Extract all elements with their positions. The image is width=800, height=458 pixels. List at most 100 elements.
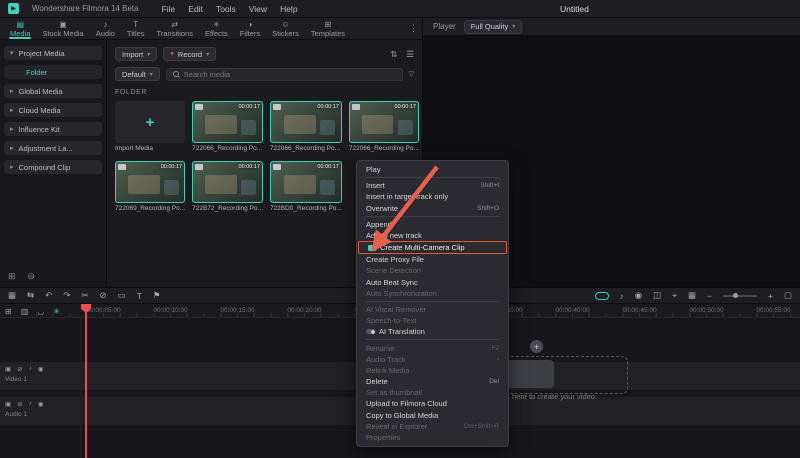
media-item[interactable]: 00:00:17 722069_Recording Po... [115,161,185,212]
import-media-tile[interactable]: + Import Media [115,101,185,152]
filter-funnel-icon[interactable]: ▽ [409,70,414,78]
menu-view[interactable]: View [249,4,267,14]
media-item[interactable]: 00:00:17 722066_Recording Po... [192,101,263,152]
add-media-plus-icon[interactable]: + [530,340,543,353]
audio-mixer-icon[interactable]: ♪ [620,291,624,301]
ctx-item-delete[interactable]: DeleteDel [357,376,508,387]
media-toggle-icon[interactable]: ▦ [8,290,16,301]
toggle-track-icon[interactable]: ◉ [38,365,44,373]
media-thumbnail[interactable]: 00:00:17 [115,161,185,203]
sidebar-item-project-media[interactable]: ▾Project Media [4,46,102,60]
sidebar-item-influence-kit[interactable]: ▸Influence Kit [4,122,102,136]
search-input[interactable] [184,70,396,79]
new-folder-icon[interactable]: ⊞ [8,271,16,282]
media-thumbnail[interactable]: 00:00:17 [270,101,342,143]
snapping-icon[interactable]: ◡ [37,307,44,316]
menu-file[interactable]: File [162,4,176,14]
import-button[interactable]: Import▾ [115,47,157,61]
ctx-item-create-proxy-file[interactable]: Create Proxy File [357,254,508,265]
track-options-icon[interactable]: ▣ [5,400,11,408]
zoom-slider[interactable] [723,295,757,297]
media-item[interactable]: 00:00:17 722066_Recording Po... [270,101,342,152]
tab-media[interactable]: ▤Media [4,18,36,39]
split-icon[interactable]: ✂ [81,290,88,301]
voiceover-icon[interactable]: ◉ [635,290,642,301]
track-height-icon[interactable]: ▥ [21,307,29,316]
preview-render-toggle[interactable] [595,292,609,300]
zoom-out-icon[interactable]: − [707,291,712,301]
sidebar-item-compound-clip[interactable]: ▸Compound Clip [4,160,102,174]
media-view-tools: ⇅ ☰ [390,49,414,60]
sidebar-item-folder[interactable]: Folder [4,65,102,79]
tab-titles[interactable]: TTitles [121,18,151,39]
quality-dropdown[interactable]: Full Quality▾ [464,20,523,34]
chroma-key-icon[interactable]: ⌖ [672,290,677,301]
lock-track-icon[interactable]: ⊘ [17,365,22,373]
sidebar-item-adjustment-layer[interactable]: ▸Adjustment La... [4,141,102,155]
media-item[interactable]: 00:00:17 722066_Recording Po... [349,101,419,152]
manage-tracks-icon[interactable]: ⊞ [5,307,12,316]
redo-icon[interactable]: ↷ [63,290,70,301]
ctx-item-play[interactable]: Play [357,164,508,175]
menu-tools[interactable]: Tools [216,4,236,14]
undo-icon[interactable]: ↶ [45,290,52,301]
ctx-item-add-to-new-track[interactable]: Add to new track [357,230,508,241]
mute-track-icon[interactable]: ♪ [29,365,32,373]
more-tabs-icon[interactable]: ⋮ [409,23,418,34]
tab-templates[interactable]: ⊞Templates [305,18,351,39]
media-item[interactable]: 00:00:17 722B72_Recording Po... [192,161,263,212]
delete-clip-icon[interactable]: ⊘ [100,290,107,301]
ctx-item-overwrite[interactable]: OverwriteShift+O [357,203,508,214]
ctx-item-upload-to-filmora-cloud[interactable]: Upload to Filmora Cloud [357,398,508,409]
tab-effects[interactable]: ✳Effects [199,18,234,39]
playhead[interactable] [85,304,87,458]
crop-icon[interactable]: ▭ [118,290,126,301]
media-thumbnail[interactable]: 00:00:17 [270,161,342,203]
ctx-item-append[interactable]: Append [357,219,508,230]
track-options-icon[interactable]: ▣ [5,365,11,373]
media-thumbnail[interactable]: 00:00:17 [349,101,419,143]
snapshot-icon[interactable]: ◫ [653,290,661,301]
zoom-in-icon[interactable]: + [768,291,773,301]
sort-icon[interactable]: ⇅ [390,49,397,60]
reorder-icon[interactable]: ⇆ [27,290,34,301]
toggle-track-icon[interactable]: ◉ [38,400,44,408]
sidebar-item-cloud-media[interactable]: ▸Cloud Media [4,103,102,117]
ctx-item-insert[interactable]: InsertShift+I [357,180,508,191]
tab-label: Audio [96,29,115,38]
ruler-tick-label: 00:00:10:00 [137,307,204,314]
tab-stickers[interactable]: ☺Stickers [266,18,305,39]
menu-edit[interactable]: Edit [188,4,203,14]
menu-help[interactable]: Help [280,4,297,14]
tab-transitions[interactable]: ⇄Transitions [151,18,199,39]
split-screen-icon[interactable]: ▦ [688,290,696,301]
ctx-item-auto-beat-sync[interactable]: Auto Beat Sync [357,277,508,288]
media-thumbnail[interactable]: 00:00:17 [192,161,263,203]
audio-track-header[interactable]: ▣ ⊘ ♪ ◉ Audio 1 [0,397,78,425]
import-media-dropzone[interactable]: + [115,101,185,143]
sidebar-footer: ⊞ ⊖ [8,271,35,282]
ctx-item-ai-translation[interactable]: AI Translation [357,326,508,337]
media-thumbnail[interactable]: 00:00:17 [192,101,263,143]
tab-stock-media[interactable]: ▣Stock Media [36,18,89,39]
view-list-icon[interactable]: ☰ [406,49,414,60]
chevron-down-icon: ▾ [147,51,150,58]
sidebar-item-label: Project Media [19,49,65,58]
marker-icon[interactable]: ⚑ [153,290,161,301]
ctx-item-create-multi-camera-clip[interactable]: Create Multi-Camera Clip [358,241,507,254]
video-track-header[interactable]: ▣ ⊘ ♪ ◉ Video 1 [0,362,78,390]
record-button[interactable]: ●Record▾ [163,47,216,61]
fit-timeline-icon[interactable]: ▢ [784,290,792,301]
tab-filters[interactable]: ◑Filters [234,18,266,39]
media-item[interactable]: 00:00:17 722BD0_Recording Po... [270,161,342,212]
delete-folder-icon[interactable]: ⊖ [28,271,36,282]
mute-track-icon[interactable]: ♪ [29,400,32,408]
default-sort-dropdown[interactable]: Default▾ [115,67,160,81]
ctx-item-copy-to-global-media[interactable]: Copy to Global Media [357,410,508,421]
sidebar-item-global-media[interactable]: ▸Global Media [4,84,102,98]
text-tool-icon[interactable]: T [137,291,142,301]
lock-track-icon[interactable]: ⊘ [17,400,22,408]
ctx-item-insert-target-track[interactable]: Insert in target track only [357,191,508,202]
tab-audio[interactable]: ♪Audio [90,18,121,39]
keyframe-icon[interactable]: ✳ [53,307,60,316]
